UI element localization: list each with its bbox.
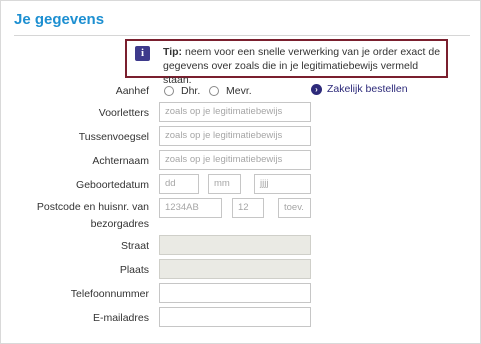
title-divider bbox=[14, 35, 470, 36]
radio-dhr[interactable] bbox=[164, 86, 174, 96]
postcode-label: Postcode en huisnr. van bezorgadres bbox=[36, 201, 149, 230]
geboortedatum-label: Geboortedatum bbox=[76, 179, 149, 191]
straat-input bbox=[159, 235, 311, 255]
tip-text: Tip: neem voor een snelle verwerking van… bbox=[163, 45, 443, 87]
tussenvoegsel-label: Tussenvoegsel bbox=[78, 131, 149, 143]
achternaam-input[interactable]: zoals op je legitimatiebewijs bbox=[159, 150, 311, 170]
telefoonnummer-label: Telefoonnummer bbox=[70, 288, 149, 300]
email-label: E-mailadres bbox=[92, 312, 149, 324]
birth-month-input[interactable]: mm bbox=[208, 174, 241, 194]
plaats-input bbox=[159, 259, 311, 279]
radio-mevr[interactable] bbox=[209, 86, 219, 96]
tip-box: i Tip: neem voor een snelle verwerking v… bbox=[125, 39, 448, 86]
radio-dhr-label[interactable]: Dhr. bbox=[181, 85, 200, 97]
info-icon: i bbox=[135, 46, 150, 61]
toevoeging-input[interactable]: toev. bbox=[278, 198, 311, 218]
tip-label: Tip: bbox=[163, 46, 183, 58]
zakelijk-bestellen-link[interactable]: Zakelijk bestellen bbox=[327, 83, 408, 95]
straat-label: Straat bbox=[120, 240, 149, 252]
chevron-right-icon[interactable]: › bbox=[311, 84, 322, 95]
tip-message: neem voor een snelle verwerking van je o… bbox=[163, 46, 441, 86]
huisnummer-input[interactable]: 12 bbox=[232, 198, 264, 218]
voorletters-input[interactable]: zoals op je legitimatiebewijs bbox=[159, 102, 311, 122]
postcode-input[interactable]: 1234AB bbox=[159, 198, 222, 218]
form-panel: Je gegevens i Tip: neem voor een snelle … bbox=[0, 0, 481, 344]
achternaam-label: Achternaam bbox=[92, 155, 149, 167]
radio-mevr-label[interactable]: Mevr. bbox=[226, 85, 252, 97]
birth-year-input[interactable]: jjjj bbox=[254, 174, 311, 194]
voorletters-label: Voorletters bbox=[98, 107, 149, 119]
aanhef-label: Aanhef bbox=[115, 85, 149, 97]
section-title: Je gegevens bbox=[14, 11, 105, 28]
birth-day-input[interactable]: dd bbox=[159, 174, 199, 194]
plaats-label: Plaats bbox=[119, 264, 149, 276]
telefoonnummer-input[interactable] bbox=[159, 283, 311, 303]
tussenvoegsel-input[interactable]: zoals op je legitimatiebewijs bbox=[159, 126, 311, 146]
email-input[interactable] bbox=[159, 307, 311, 327]
